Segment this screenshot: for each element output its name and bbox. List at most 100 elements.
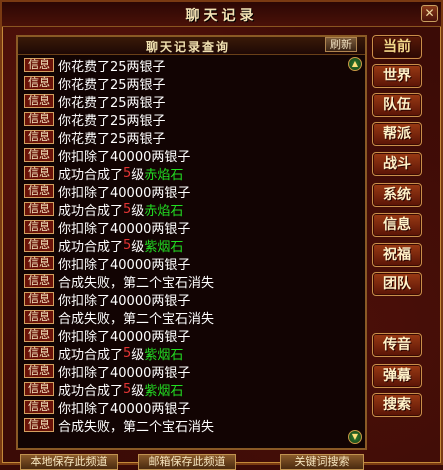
close-button[interactable]: ✕ [421,5,438,22]
message-text: 合成失败，第二个宝石消失 [58,275,215,291]
chat-log-row: 信息 成功合成了 5 级紫烟石 [24,380,346,399]
message-text: 你扣除了40000两银子 [58,293,191,309]
message-text: 你花费了25两银子 [58,131,166,147]
item-level: 5 [123,237,132,253]
channel-tag[interactable]: 信息 [24,274,54,288]
message-text: 级 [131,347,145,363]
message-text: 你扣除了40000两银子 [58,221,191,237]
message-text: 你扣除了40000两银子 [58,185,191,201]
channel-tag[interactable]: 信息 [24,382,54,396]
channel-current-button[interactable]: 当前 [372,35,422,59]
search-button[interactable]: 搜索 [372,393,422,417]
chat-log-row: 信息 成功合成了 5 级赤焰石 [24,200,346,219]
channel-team-button[interactable]: 队伍 [372,93,422,117]
channel-system-button[interactable]: 系统 [372,183,422,207]
channel-world-button[interactable]: 世界 [372,64,422,88]
channel-tag[interactable]: 信息 [24,94,54,108]
chat-log-row: 信息 你扣除了40000两银子 [24,146,346,165]
chat-log-list: 信息 你花费了25两银子 信息 你花费了25两银子 信息 你花费了25两银子 信息 你花费了2… [24,56,346,446]
panel-header: 聊天记录查询 刷新 [18,37,365,55]
channel-tag[interactable]: 信息 [24,346,54,360]
channel-tag[interactable]: 信息 [24,328,54,342]
chat-log-row: 信息 你花费了25两银子 [24,92,346,111]
channel-battle-button[interactable]: 战斗 [372,152,422,176]
message-text: 合成失败，第二个宝石消失 [58,419,215,435]
channel-guild-button[interactable]: 帮派 [372,122,422,146]
channel-tag[interactable]: 信息 [24,130,54,144]
message-text: 你花费了25两银子 [58,77,166,93]
message-text: 你扣除了40000两银子 [58,257,191,273]
message-text: 级 [131,203,145,219]
message-text: 你扣除了40000两银子 [58,401,191,417]
chat-log-row: 信息 你扣除了40000两银子 [24,182,346,201]
chat-log-row: 信息 合成失败，第二个宝石消失 [24,308,346,327]
item-name[interactable]: 紫烟石 [144,236,183,255]
chat-log-row: 信息 合成失败，第二个宝石消失 [24,272,346,291]
channel-tag[interactable]: 信息 [24,148,54,162]
channel-tag[interactable]: 信息 [24,310,54,324]
channel-group-button[interactable]: 团队 [372,272,422,296]
chat-log-panel: 聊天记录查询 刷新 信息 你花费了25两银子 信息 你花费了25两银子 信息 你花费了25… [16,35,367,450]
keyword-search-button[interactable]: 关键词搜索 [280,454,364,470]
save-mail-button[interactable]: 邮箱保存此频道 [138,454,236,470]
message-text: 成功合成了 [58,239,124,255]
item-level: 5 [123,381,132,397]
channel-tag[interactable]: 信息 [24,58,54,72]
window-title: 聊天记录 [185,8,258,24]
channel-tag[interactable]: 信息 [24,166,54,180]
item-level: 5 [123,345,132,361]
item-name[interactable]: 赤焰石 [144,200,183,219]
item-level: 5 [123,165,132,181]
message-text: 你花费了25两银子 [58,95,166,111]
message-text: 级 [131,383,145,399]
message-text: 成功合成了 [58,383,124,399]
message-text: 你花费了25两银子 [58,113,166,129]
chevron-up-icon: ▲ [351,59,359,68]
channel-tag[interactable]: 信息 [24,256,54,270]
channel-tag[interactable]: 信息 [24,400,54,414]
chat-log-row: 信息 成功合成了 5 级紫烟石 [24,236,346,255]
chat-log-row: 信息 你扣除了40000两银子 [24,290,346,309]
message-text: 成功合成了 [58,203,124,219]
message-text: 你扣除了40000两银子 [58,365,191,381]
channel-tag[interactable]: 信息 [24,112,54,126]
message-text: 合成失败，第二个宝石消失 [58,311,215,327]
chat-log-row: 信息 你扣除了40000两银子 [24,254,346,273]
chat-log-row: 信息 你扣除了40000两银子 [24,218,346,237]
channel-info-button[interactable]: 信息 [372,213,422,237]
scroll-down-button[interactable]: ▼ [348,430,362,444]
item-level: 5 [123,201,132,217]
channel-blessing-button[interactable]: 祝福 [372,243,422,267]
channel-tag[interactable]: 信息 [24,418,54,432]
chat-log-row: 信息 你花费了25两银子 [24,128,346,147]
channel-tag[interactable]: 信息 [24,76,54,90]
channel-voice-button[interactable]: 传音 [372,333,422,357]
item-name[interactable]: 紫烟石 [144,344,183,363]
panel-title: 聊天记录查询 [145,40,230,54]
chat-log-row: 信息 你花费了25两银子 [24,110,346,129]
chat-log-row: 信息 你扣除了40000两银子 [24,398,346,417]
refresh-button[interactable]: 刷新 [325,37,357,52]
item-name[interactable]: 赤焰石 [144,164,183,183]
chat-log-row: 信息 你扣除了40000两银子 [24,326,346,345]
message-text: 你花费了25两银子 [58,59,166,75]
chat-log-row: 信息 你扣除了40000两银子 [24,362,346,381]
message-text: 级 [131,167,145,183]
item-name[interactable]: 紫烟石 [144,380,183,399]
chat-log-row: 信息 成功合成了 5 级紫烟石 [24,344,346,363]
channel-tag[interactable]: 信息 [24,202,54,216]
chevron-down-icon: ▼ [351,432,359,441]
channel-tag[interactable]: 信息 [24,238,54,252]
title-bar[interactable]: 聊天记录 ✕ [2,2,441,27]
message-text: 你扣除了40000两银子 [58,149,191,165]
channel-danmaku-button[interactable]: 弹幕 [372,364,422,388]
scroll-up-button[interactable]: ▲ [348,57,362,71]
channel-tag[interactable]: 信息 [24,364,54,378]
channel-tag[interactable]: 信息 [24,184,54,198]
channel-tag[interactable]: 信息 [24,292,54,306]
message-text: 你扣除了40000两银子 [58,329,191,345]
chat-log-row: 信息 成功合成了 5 级赤焰石 [24,164,346,183]
channel-tag[interactable]: 信息 [24,220,54,234]
chat-log-row: 信息 你花费了25两银子 [24,74,346,93]
save-local-button[interactable]: 本地保存此频道 [20,454,118,470]
